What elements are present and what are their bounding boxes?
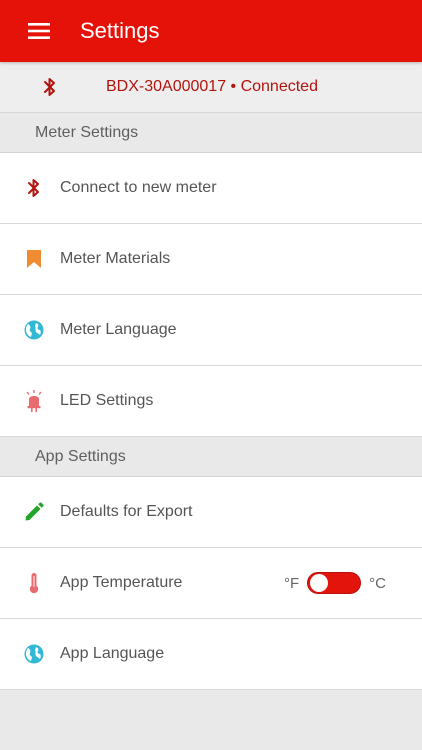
connection-status-row[interactable]: BDX-30A000017 • Connected	[0, 62, 422, 113]
settings-item-label: App Language	[60, 645, 165, 662]
section-header-app-settings: App Settings	[0, 437, 422, 477]
settings-item-app-language[interactable]: App Language	[0, 619, 422, 690]
thermometer-icon	[29, 573, 39, 594]
settings-item-label: Meter Language	[60, 321, 177, 338]
globe-icon	[24, 320, 44, 340]
hamburger-menu-icon	[28, 23, 50, 39]
temperature-unit-toggle-group: °F °C	[284, 548, 386, 618]
connection-icon-wrap	[0, 77, 100, 97]
bluetooth-icon	[28, 179, 39, 197]
settings-item-label: LED Settings	[60, 392, 154, 409]
settings-item-defaults-for-export[interactable]: Defaults for Export	[0, 477, 422, 548]
switch-knob	[310, 574, 329, 592]
settings-item-led-settings[interactable]: LED Settings	[0, 366, 422, 437]
settings-item-app-temperature[interactable]: App Temperature °F °C	[0, 548, 422, 619]
settings-item-label: Connect to new meter	[60, 179, 217, 196]
led-icon	[26, 390, 42, 412]
fahrenheit-label: °F	[283, 574, 300, 592]
pencil-icon	[25, 502, 44, 521]
settings-item-label: Meter Materials	[60, 250, 171, 267]
temperature-unit-switch[interactable]	[307, 572, 362, 594]
app-bar: Settings	[0, 0, 422, 62]
globe-icon	[24, 644, 44, 664]
bookmark-icon	[27, 250, 41, 268]
section-header-meter-settings: Meter Settings	[0, 113, 422, 153]
settings-item-meter-materials[interactable]: Meter Materials	[0, 224, 422, 295]
page-title: Settings	[80, 18, 160, 43]
settings-item-connect-new-meter[interactable]: Connect to new meter	[0, 153, 422, 224]
celsius-label: °C	[369, 574, 386, 592]
settings-item-label: App Temperature	[60, 574, 183, 591]
bluetooth-icon	[44, 78, 55, 96]
settings-item-label: Defaults for Export	[60, 503, 193, 520]
menu-button[interactable]	[0, 0, 78, 62]
settings-screen: Settings BDX-30A000017 • Connected Meter…	[0, 0, 422, 750]
settings-item-meter-language[interactable]: Meter Language	[0, 295, 422, 366]
connection-status-text: BDX-30A000017 • Connected	[106, 78, 318, 95]
